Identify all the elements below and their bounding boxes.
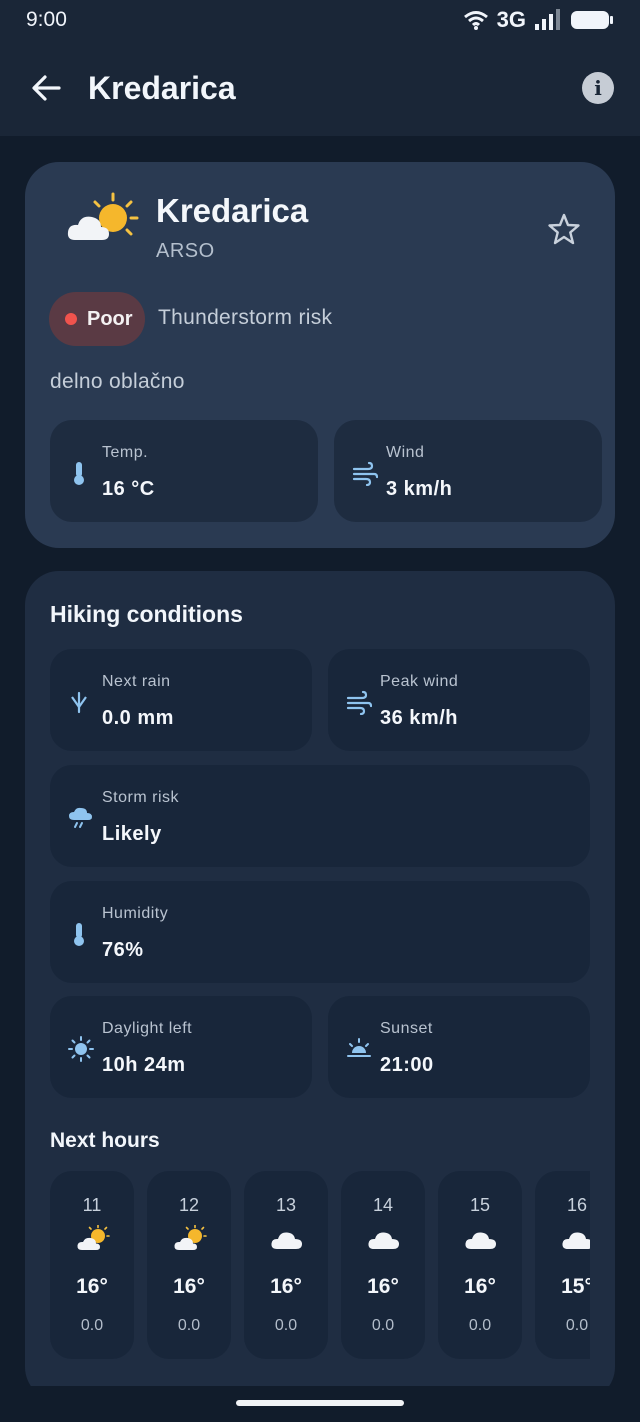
hour-label: 15 [469,1195,491,1215]
partly-sunny-icon [174,1225,207,1250]
storm-cloud-icon [69,807,92,828]
page-title: Kredarica [88,69,236,106]
hour-temp: 15° [561,1275,590,1298]
wind-value: 3 km/h [386,478,453,500]
home-indicator[interactable] [236,1400,404,1406]
peak-wind-label: Peak wind [380,673,459,690]
daylight-tile: Daylight left 10h 24m [50,996,312,1098]
condition-badge-label: Poor [87,307,133,330]
risk-note: Thunderstorm risk [158,306,333,329]
hour-label: 14 [372,1195,394,1215]
info-icon: i [594,76,602,100]
daylight-value: 10h 24m [102,1054,186,1076]
hour-card: 12 16° 0.0 [147,1171,231,1359]
temp-tile: Temp. 16 °C [50,420,318,522]
next-hours-strip[interactable]: 11 16° 0.0 12 16° 0.0 13 16° 0.0 14 16° … [50,1171,590,1361]
hiking-conditions-card: Hiking conditions Next rain 0.0 mm Peak … [25,571,615,1386]
hour-card: 14 16° 0.0 [341,1171,425,1359]
hour-temp: 16° [270,1275,302,1298]
umbrella-icon [71,691,87,714]
location-source: ARSO [156,240,215,262]
sunset-value: 21:00 [380,1054,434,1076]
hour-rain: 0.0 [177,1317,201,1334]
info-button[interactable]: i [582,72,614,104]
wind-label: Wind [386,444,425,461]
hour-rain: 0.0 [80,1317,104,1334]
hour-rain: 0.0 [371,1317,395,1334]
humidity-label: Humidity [102,905,169,922]
temp-label: Temp. [102,444,149,461]
cloud-icon [465,1232,496,1249]
hour-temp: 16° [367,1275,399,1298]
humidity-tile: Humidity 76% [50,881,590,983]
next-rain-label: Next rain [102,673,171,690]
location-name: Kredarica [156,192,309,229]
cloud-icon [562,1232,590,1249]
cloud-icon [368,1232,399,1249]
sunset-tile: Sunset 21:00 [328,996,590,1098]
temp-value: 16 °C [102,478,155,500]
back-button[interactable] [28,70,64,106]
humidity-value: 76% [102,939,144,961]
thermometer-icon [74,923,84,946]
storm-risk-label: Storm risk [102,789,179,806]
hour-label: 11 [82,1195,102,1215]
app-bar: Kredarica i [0,40,640,136]
hour-card: 16 15° 0.0 [535,1171,590,1359]
wifi-icon [463,11,488,30]
weather-description: delno oblačno [50,370,185,393]
partly-sunny-icon [67,192,139,240]
peak-wind-tile: Peak wind 36 km/h [328,649,590,751]
hour-label: 13 [275,1195,297,1215]
next-hours-title: Next hours [50,1129,160,1152]
next-rain-tile: Next rain 0.0 mm [50,649,312,751]
arrow-left-icon [32,75,61,101]
wind-tile: Wind 3 km/h [334,420,602,522]
hour-rain: 0.0 [468,1317,492,1334]
wind-icon [352,461,378,486]
location-card: Kredarica ARSO Poor Thunderstorm risk de… [25,162,615,548]
signal-icon [535,9,560,30]
cloud-icon [271,1232,302,1249]
scroll-content[interactable]: Kredarica ARSO Poor Thunderstorm risk de… [0,136,640,1386]
storm-risk-value: Likely [102,823,162,845]
favorite-star-icon[interactable] [547,212,581,246]
hour-label: 16 [566,1195,588,1215]
network-type: 3G [496,7,526,32]
hour-temp: 16° [464,1275,496,1298]
hour-card: 15 16° 0.0 [438,1171,522,1359]
status-bar: 9:00 3G [0,0,640,40]
sunset-label: Sunset [380,1020,433,1037]
sun-icon [68,1036,94,1062]
sunset-icon [347,1038,371,1057]
hour-temp: 16° [76,1275,108,1298]
hour-card: 11 16° 0.0 [50,1171,134,1359]
partly-sunny-icon [77,1225,110,1250]
hour-rain: 0.0 [565,1317,589,1334]
status-dot [65,313,77,325]
hiking-conditions-title: Hiking conditions [50,601,243,627]
condition-badge: Poor [49,292,145,346]
status-icons: 3G [463,7,614,33]
wind-icon [346,690,372,715]
hour-rain: 0.0 [274,1317,298,1334]
hour-card: 13 16° 0.0 [244,1171,328,1359]
next-rain-value: 0.0 mm [102,707,174,729]
daylight-label: Daylight left [102,1020,193,1037]
thermometer-icon [74,462,84,485]
peak-wind-value: 36 km/h [380,707,458,729]
hour-temp: 16° [173,1275,205,1298]
storm-risk-tile: Storm risk Likely [50,765,590,867]
battery-icon [571,11,613,29]
status-time: 9:00 [26,8,67,31]
hour-label: 12 [178,1195,200,1215]
